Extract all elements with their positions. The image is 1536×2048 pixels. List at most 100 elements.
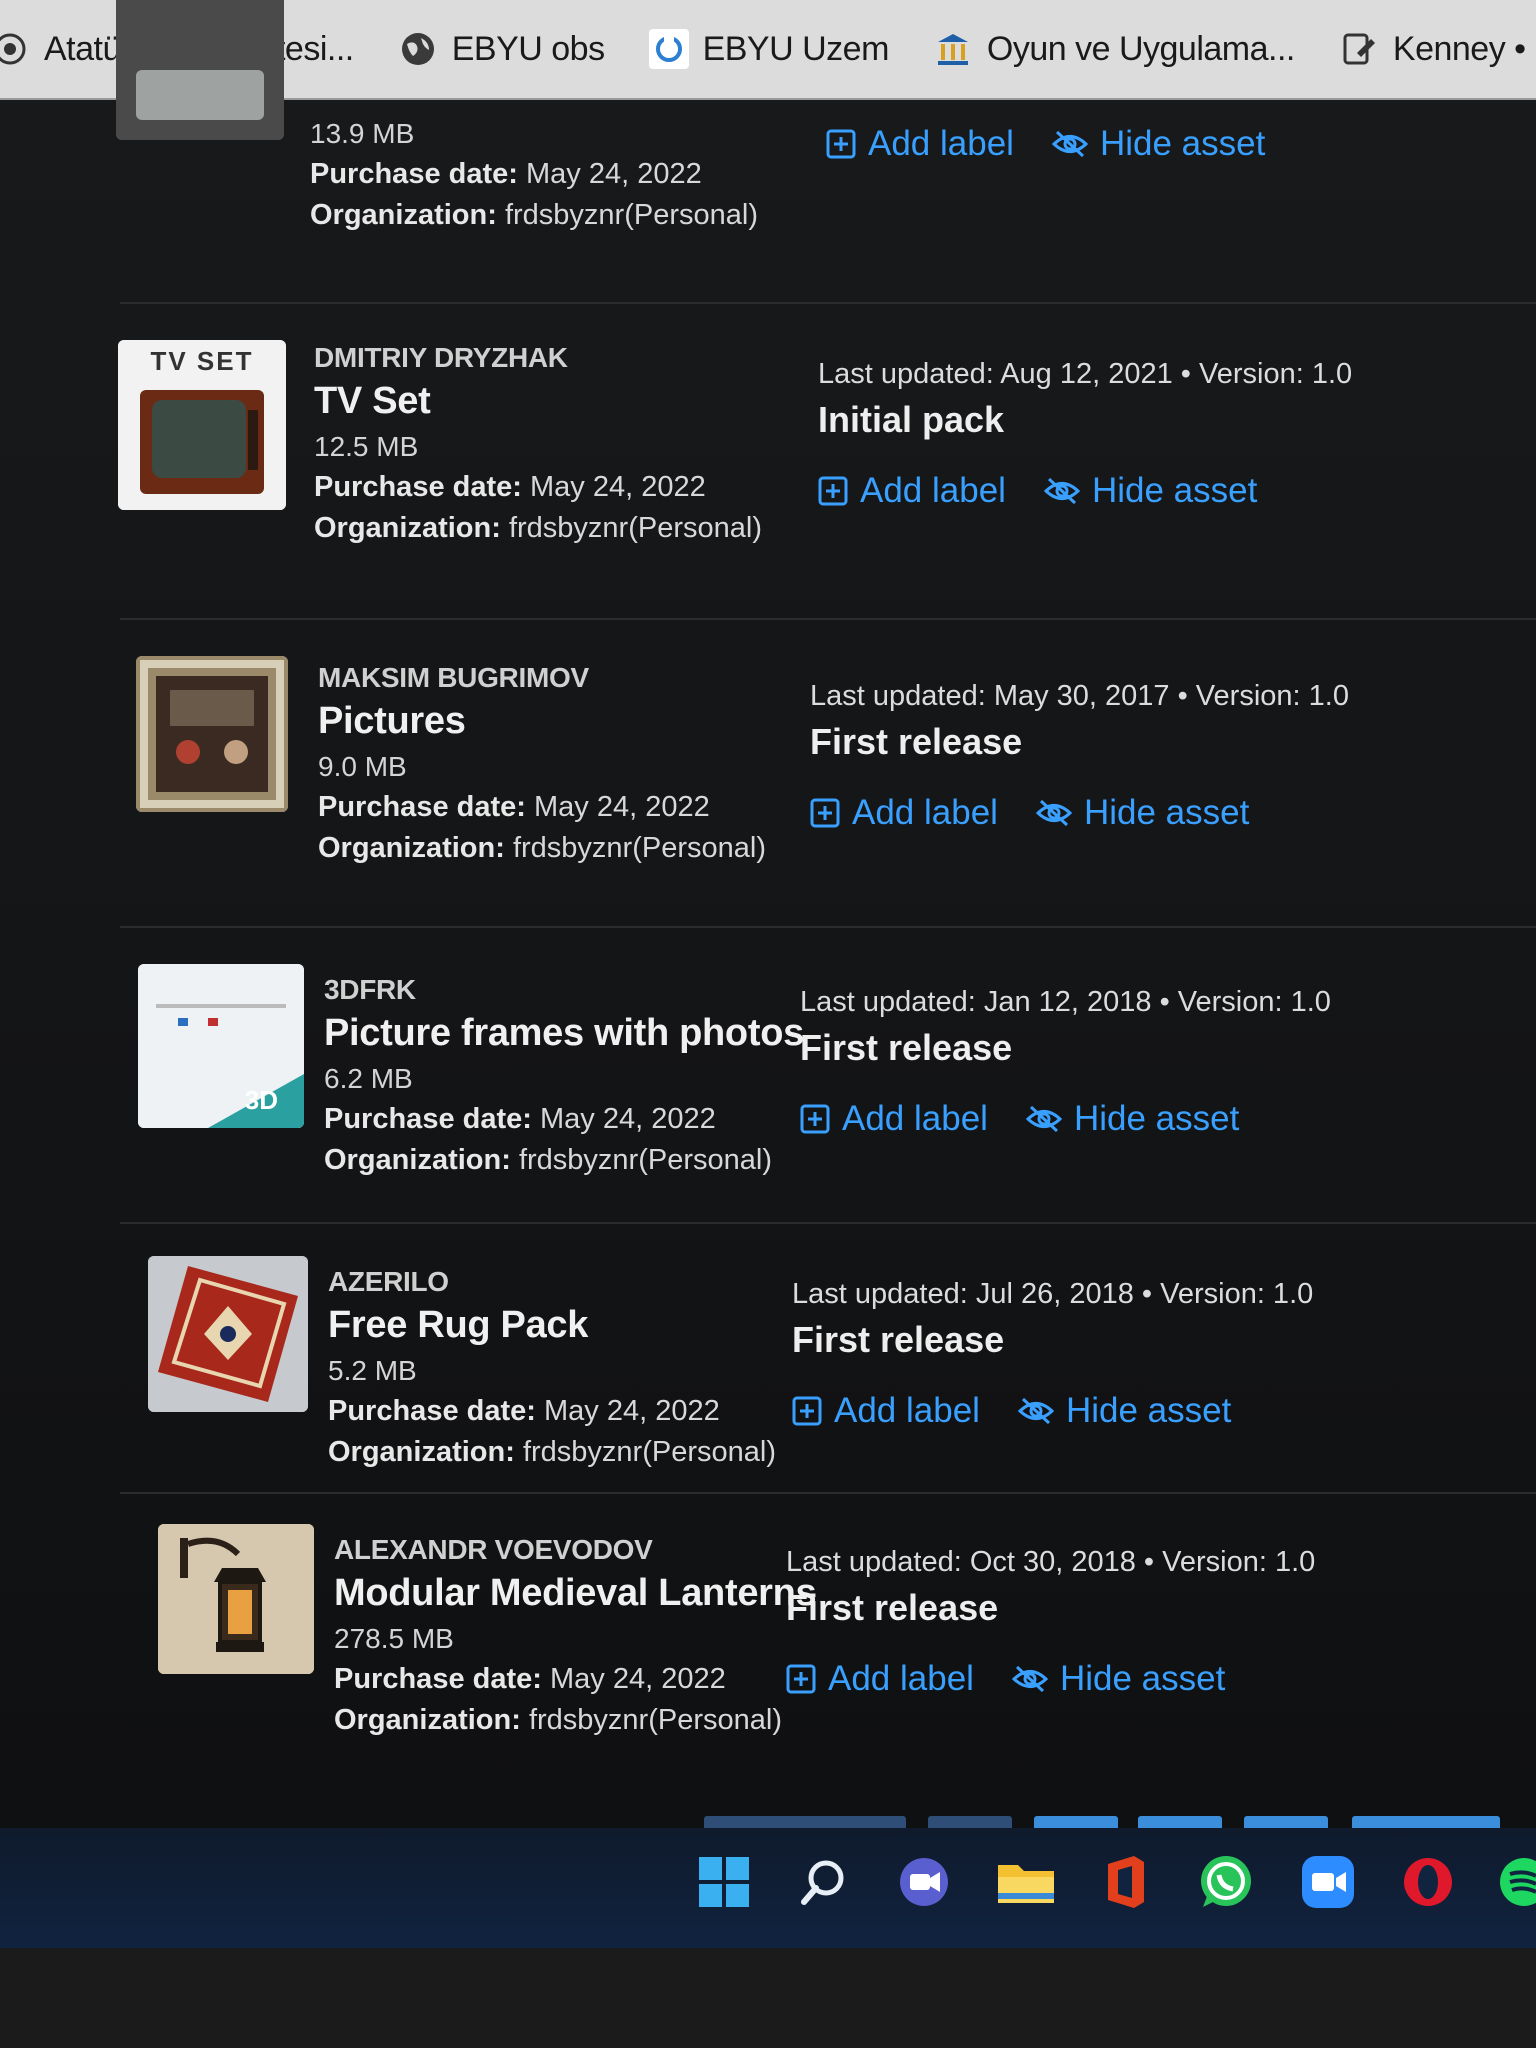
windows-start-icon[interactable] (692, 1850, 756, 1914)
spotify-icon[interactable] (1496, 1850, 1536, 1914)
asset-list: 13.9 MB Purchase date: May 24, 2022 Orga… (0, 0, 1536, 1828)
asset-size: 12.5 MB (314, 431, 419, 462)
add-box-icon (826, 129, 856, 159)
office-icon[interactable] (1094, 1850, 1158, 1914)
add-label-button[interactable]: Add label (792, 1391, 980, 1431)
asset-size: 6.2 MB (324, 1063, 413, 1094)
bookmark-label: Oyun ve Uygulama... (986, 29, 1295, 68)
window-tab-indicator[interactable] (1244, 1816, 1328, 1828)
bookmark-label: Kenney • Ho (1392, 29, 1536, 68)
asset-size: 13.9 MB (310, 118, 415, 149)
chat-icon[interactable] (892, 1850, 956, 1914)
asset-purchase-date: Purchase date: May 24, 2022 (334, 1663, 726, 1695)
asset-organization: Organization: frdsbyznr(Personal) (328, 1436, 776, 1468)
asset-row: AZERILO Free Rug Pack 5.2 MB Purchase da… (0, 1248, 1536, 1548)
window-tab-indicator[interactable] (928, 1816, 1012, 1828)
asset-thumbnail (116, 0, 284, 140)
asset-thumbnail: TV SET (118, 340, 286, 510)
bookmark-ebyu-uzem[interactable]: EBYU Uzem (648, 29, 890, 69)
add-box-icon (800, 1104, 830, 1134)
asset-row: MAKSIM BUGRIMOV Pictures 9.0 MB Purchase… (0, 644, 1536, 944)
asset-organization: Organization: frdsbyznr(Personal) (318, 832, 766, 864)
globe-circle-icon (0, 29, 30, 69)
file-explorer-icon[interactable] (994, 1850, 1058, 1914)
asset-last-updated: Last updated: May 30, 2017 • Version: 1.… (810, 680, 1349, 712)
asset-thumbnail: 3D (138, 964, 304, 1128)
eye-off-icon (1025, 1105, 1062, 1133)
add-label-button[interactable]: Add label (810, 793, 998, 833)
window-tab-indicator[interactable] (1138, 1816, 1222, 1828)
asset-release-notes: First release (792, 1319, 1005, 1360)
add-box-icon (786, 1664, 816, 1694)
eye-off-icon (1011, 1665, 1048, 1693)
asset-purchase-date: Purchase date: May 24, 2022 (318, 791, 710, 823)
window-tab-indicator[interactable] (1352, 1816, 1500, 1828)
hide-asset-button[interactable]: Hide asset (1043, 471, 1257, 511)
add-box-icon (818, 476, 848, 506)
bookmark-label: EBYU Uzem (702, 29, 890, 68)
eye-off-icon (1051, 130, 1088, 158)
asset-purchase-date: Purchase date: May 24, 2022 (314, 471, 706, 503)
search-icon[interactable] (792, 1850, 856, 1914)
asset-publisher: ALEXANDR VOEVODOV (334, 1534, 653, 1565)
hide-asset-button[interactable]: Hide asset (1017, 1391, 1231, 1431)
asset-release-notes: First release (800, 1027, 1013, 1068)
kenney-icon (1339, 29, 1379, 69)
bookmark-oyun[interactable]: Oyun ve Uygulama... (933, 29, 1295, 69)
asset-organization: Organization: frdsbyznr(Personal) (310, 199, 758, 231)
asset-purchase-date: Purchase date: May 24, 2022 (310, 158, 702, 190)
add-label-button[interactable]: Add label (800, 1099, 988, 1139)
window-tab-indicator[interactable] (1034, 1816, 1118, 1828)
asset-last-updated: Last updated: Aug 12, 2021 • Version: 1.… (818, 358, 1353, 390)
asset-organization: Organization: frdsbyznr(Personal) (324, 1144, 772, 1176)
eye-off-icon (1035, 799, 1072, 827)
asset-release-notes: First release (786, 1587, 999, 1628)
asset-thumbnail (148, 1256, 308, 1412)
thumb-caption: TV SET (150, 346, 254, 376)
zoom-icon[interactable] (1296, 1850, 1360, 1914)
asset-publisher: MAKSIM BUGRIMOV (318, 662, 589, 693)
row-separator (120, 1492, 1536, 1494)
uzem-icon (648, 29, 689, 69)
bookmark-kenney[interactable]: Kenney • Ho (1339, 29, 1536, 69)
asset-publisher: AZERILO (328, 1266, 449, 1297)
row-separator (120, 618, 1536, 620)
asset-release-notes: Initial pack (818, 399, 1005, 440)
asset-title[interactable]: TV Set (314, 380, 794, 423)
asset-thumbnail (136, 656, 288, 812)
asset-organization: Organization: frdsbyznr(Personal) (334, 1704, 782, 1736)
hide-asset-button[interactable]: Hide asset (1025, 1099, 1239, 1139)
row-separator (120, 302, 1536, 304)
asset-thumbnail (158, 1524, 314, 1674)
asset-publisher: DMITRIY DRYZHAK (314, 342, 568, 373)
asset-title[interactable]: Picture frames with photos (324, 1012, 804, 1055)
hide-asset-button[interactable]: Hide asset (1011, 1659, 1225, 1699)
add-label-button[interactable]: Add label (826, 124, 1014, 164)
asset-title[interactable]: Pictures (318, 700, 798, 743)
globe-icon (398, 29, 438, 69)
asset-publisher: 3DFRK (324, 974, 416, 1005)
asset-size: 9.0 MB (318, 751, 407, 782)
asset-purchase-date: Purchase date: May 24, 2022 (324, 1103, 716, 1135)
whatsapp-icon[interactable] (1194, 1850, 1258, 1914)
asset-title[interactable]: Free Rug Pack (328, 1304, 808, 1347)
hide-asset-button[interactable]: Hide asset (1051, 124, 1265, 164)
asset-size: 278.5 MB (334, 1623, 454, 1654)
add-box-icon (810, 798, 840, 828)
asset-organization: Organization: frdsbyznr(Personal) (314, 512, 762, 544)
asset-title[interactable]: Modular Medieval Lanterns (334, 1572, 817, 1615)
hide-asset-button[interactable]: Hide asset (1035, 793, 1249, 833)
bookmark-label: EBYU obs (451, 29, 605, 68)
window-tab-indicator[interactable] (704, 1816, 906, 1828)
opera-icon[interactable] (1396, 1850, 1460, 1914)
add-label-button[interactable]: Add label (786, 1659, 974, 1699)
asset-row: ALEXANDR VOEVODOV Modular Medieval Lante… (0, 1518, 1536, 1818)
asset-size: 5.2 MB (328, 1355, 417, 1386)
bookmark-ebyu-obs[interactable]: EBYU obs (398, 29, 605, 69)
asset-last-updated: Last updated: Jan 12, 2018 • Version: 1.… (800, 986, 1331, 1018)
monitor-bezel (0, 1948, 1536, 2048)
asset-last-updated: Last updated: Jul 26, 2018 • Version: 1.… (792, 1278, 1314, 1310)
asset-row: TV SET DMITRIY DRYZHAK TV Set 12.5 MB Pu… (0, 328, 1536, 628)
add-label-button[interactable]: Add label (818, 471, 1006, 511)
add-box-icon (792, 1396, 822, 1426)
